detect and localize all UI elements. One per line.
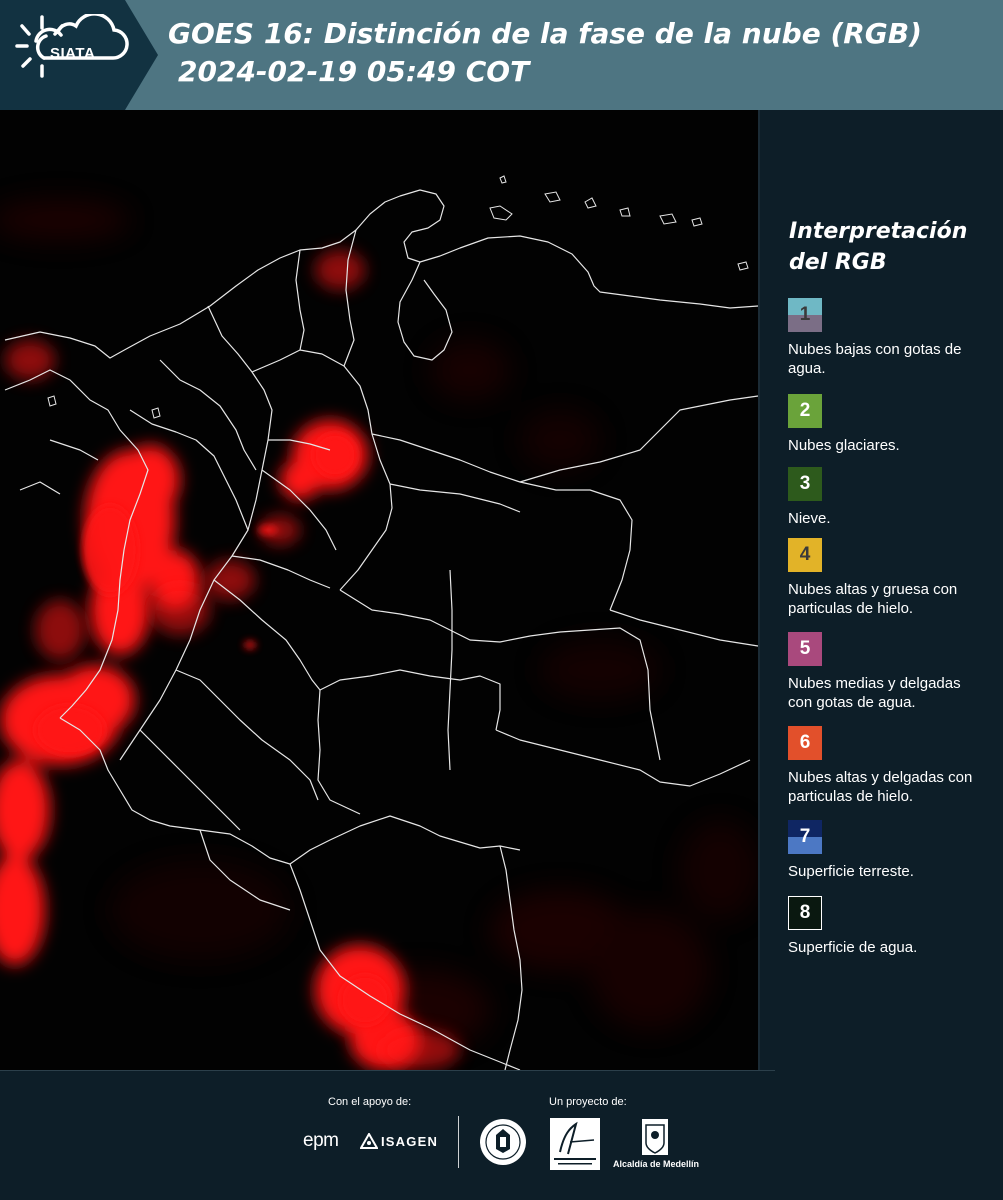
legend-swatch-4: 4 (788, 538, 822, 572)
footer-divider (0, 1070, 775, 1071)
legend-item-1: 1 Nubes bajas con gotas de agua. (788, 298, 988, 378)
legend-number-7: 7 (799, 826, 811, 847)
legend-number-5: 5 (799, 638, 811, 659)
area-logo-mark (554, 1121, 596, 1165)
legend-label-5: Nubes medias y delgadas con gotas de agu… (788, 675, 961, 711)
footer: Con el apoyo de: Un proyecto de: epm ISA… (0, 1070, 1003, 1200)
legend-item-5: 5 Nubes medias y delgadas con gotas de a… (788, 632, 988, 712)
legend-item-6: 6 Nubes altas y delgadas con particulas … (788, 726, 988, 806)
project-label: Un proyecto de: (549, 1096, 627, 1108)
area-metropolitana-logo (550, 1118, 600, 1170)
isagen-logo: ISAGEN (381, 1134, 439, 1149)
legend-label-1: Nubes bajas con gotas de agua. (788, 341, 962, 377)
legend-swatch-2: 2 (788, 394, 822, 428)
epm-logo: epm (303, 1130, 339, 1151)
isagen-mark-icon (360, 1133, 378, 1149)
legend-swatch-3: 3 (788, 467, 822, 501)
antioquia-seal-icon (480, 1119, 526, 1165)
alcaldia-label: Alcaldía de Medellín (613, 1159, 700, 1169)
legend-swatch-1: 1 (788, 298, 822, 332)
legend-item-2: 2 Nubes glaciares. (788, 394, 988, 455)
legend-item-3: 3 Nieve. (788, 467, 988, 528)
page-title: GOES 16: Distinción de la fase de la nub… (168, 17, 922, 50)
satellite-map[interactable] (0, 110, 760, 1070)
legend-label-3: Nieve. (788, 510, 831, 527)
timestamp: 2024-02-19 05:49 COT (178, 55, 530, 88)
footer-logo-divider (458, 1116, 459, 1168)
legend-swatch-7: 7 (788, 820, 822, 854)
legend-number-8: 8 (799, 902, 811, 923)
legend-label-4: Nubes altas y gruesa con particulas de h… (788, 581, 958, 617)
siata-logo: SIATA (0, 0, 160, 110)
legend-label-2: Nubes glaciares. (788, 437, 900, 454)
support-label: Con el apoyo de: (328, 1096, 412, 1108)
legend-panel: Interpretación del RGB 1 Nubes bajas con… (760, 110, 1003, 1070)
legend-label-6: Nubes altas y delgadas con particulas de… (788, 769, 973, 805)
legend-label-8: Superficie de agua. (788, 939, 918, 956)
satellite-image (0, 110, 760, 1070)
legend-number-2: 2 (799, 400, 811, 421)
legend-label-7: Superficie terreste. (788, 863, 914, 880)
legend-item-7: 7 Superficie terreste. (788, 820, 988, 881)
legend-number-6: 6 (799, 732, 811, 753)
legend-number-4: 4 (799, 544, 811, 565)
legend-swatch-6: 6 (788, 726, 822, 760)
legend-item-4: 4 Nubes altas y gruesa con particulas de… (788, 538, 988, 618)
legend-swatch-5: 5 (788, 632, 822, 666)
legend-item-8: 8 Superficie de agua. (788, 896, 988, 957)
header: SIATA GOES 16: Distinción de la fase de … (0, 0, 1003, 110)
medellin-shield-icon (642, 1119, 668, 1155)
logo-text: SIATA (50, 45, 96, 62)
legend-number-1: 1 (799, 304, 811, 325)
legend-number-3: 3 (799, 473, 811, 494)
legend-swatch-8: 8 (788, 896, 822, 930)
legend-title: Interpretación del RGB (789, 219, 968, 275)
